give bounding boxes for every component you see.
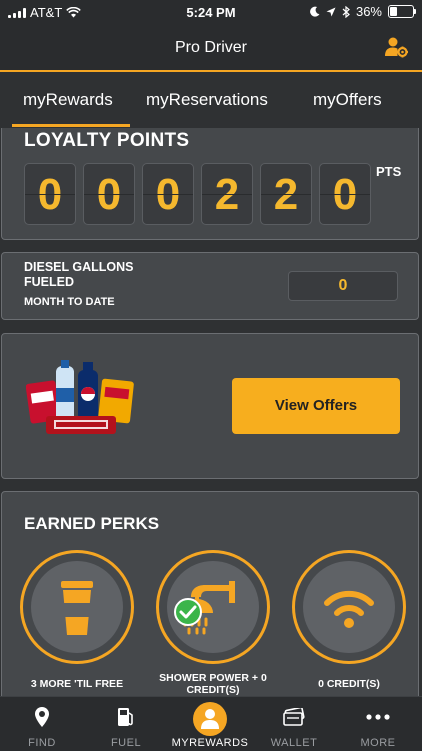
tabbar-label: MYREWARDS (171, 737, 249, 749)
tabbar-item-myrewards[interactable]: MYREWARDS (168, 697, 252, 751)
view-offers-button[interactable]: View Offers (232, 378, 400, 434)
perk-wifi[interactable] (292, 550, 406, 664)
points-digit: 2 (201, 163, 253, 225)
perk-shower[interactable] (156, 550, 270, 664)
tabbar-label: WALLET (270, 737, 318, 749)
user-icon (201, 709, 219, 729)
more-dots-icon (366, 714, 390, 720)
points-digit: 2 (260, 163, 312, 225)
tabbar-item-wallet[interactable]: WALLET (252, 697, 336, 751)
perks-title: EARNED PERKS (24, 514, 160, 533)
fuel-pump-icon (118, 708, 133, 726)
user-gear-icon[interactable] (384, 36, 408, 58)
tabbar-label: FUEL (110, 737, 142, 749)
status-right: 36% (310, 4, 416, 19)
offers-card: View Offers (1, 333, 419, 479)
loyalty-title: LOYALTY POINTS (24, 130, 190, 151)
active-tab-indicator (12, 124, 130, 127)
tabbar-item-fuel[interactable]: FUEL (84, 697, 168, 751)
earned-perks-card: EARNED PERKS 3 MORE 'TIL FREE SHOWER POW… (1, 491, 419, 701)
points-digit: 0 (83, 163, 135, 225)
location-arrow-icon (326, 7, 336, 16)
perk-circle (303, 561, 395, 653)
diesel-period: MONTH TO DATE (24, 296, 115, 308)
tab-myrewards[interactable]: myRewards (23, 90, 113, 110)
location-pin-icon (35, 707, 49, 727)
segment-tabs: myRewards myReservations myOffers (0, 72, 422, 128)
check-badge-icon (174, 598, 202, 626)
nav-title: Pro Driver (174, 39, 247, 56)
tabbar-label: MORE (360, 737, 396, 749)
perk-circle (31, 561, 123, 653)
perk-label: 3 MORE 'TIL FREE (30, 678, 124, 690)
nav-bar: Pro Driver (0, 26, 422, 72)
snacks-image (26, 360, 134, 434)
battery-icon (388, 5, 416, 18)
loyalty-points-card: LOYALTY POINTS 0 0 0 2 2 0 PTS (1, 128, 419, 240)
tab-myoffers[interactable]: myOffers (313, 90, 382, 110)
battery-percent: 36% (355, 4, 382, 19)
tabbar-label: FIND (28, 737, 56, 749)
coffee-cup-icon (61, 581, 93, 635)
points-unit: PTS (376, 164, 402, 179)
perk-coffee[interactable] (20, 550, 134, 664)
diesel-label: DIESEL GALLONS FUELED (24, 260, 134, 289)
wallet-icon (283, 708, 305, 726)
diesel-gallons-card: DIESEL GALLONS FUELED MONTH TO DATE 0 (1, 252, 419, 320)
status-bar: AT&T 5:24 PM 36% (0, 0, 422, 26)
points-digit: 0 (319, 163, 371, 225)
points-digit: 0 (24, 163, 76, 225)
points-digit: 0 (142, 163, 194, 225)
wifi-icon (324, 590, 374, 628)
perk-label: SHOWER POWER + 0 CREDIT(S) (159, 672, 267, 696)
tabbar-item-more[interactable]: MORE (336, 697, 420, 751)
tab-myreservations[interactable]: myReservations (146, 90, 268, 110)
bottom-tab-bar: FIND FUEL MYREWARDS WALLET MORE (0, 696, 422, 751)
diesel-value: 0 (288, 271, 398, 301)
tabbar-item-find[interactable]: FIND (0, 697, 84, 751)
perk-label: 0 CREDIT(S) (318, 678, 380, 690)
bluetooth-icon (342, 5, 350, 18)
moon-icon (310, 6, 320, 17)
